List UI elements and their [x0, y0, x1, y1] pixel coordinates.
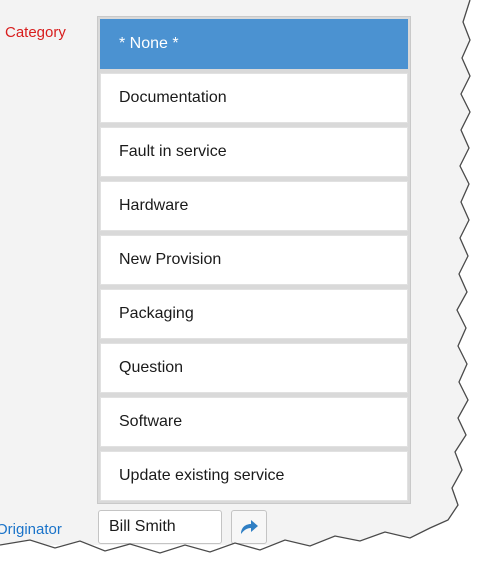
torn-paper-edge	[0, 0, 484, 561]
